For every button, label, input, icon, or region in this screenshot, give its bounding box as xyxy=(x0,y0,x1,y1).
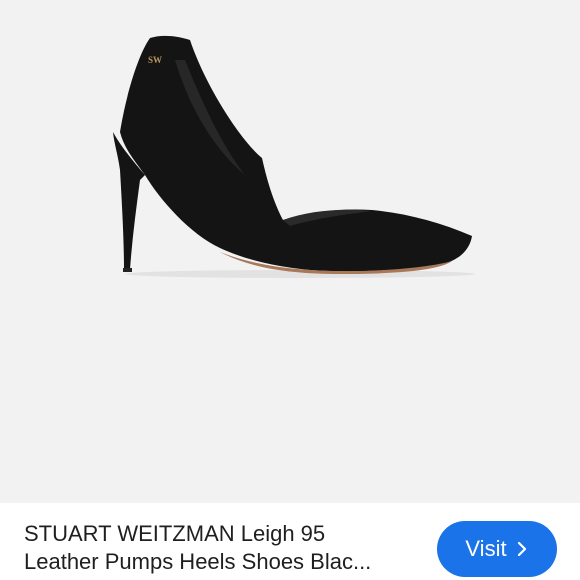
heel-tip xyxy=(123,268,132,272)
visit-button[interactable]: Visit xyxy=(437,521,557,577)
product-title-line1: STUART WEITZMAN Leigh 95 xyxy=(24,521,326,546)
shoe-body xyxy=(120,35,472,272)
brand-logo: SW xyxy=(148,55,162,65)
product-image[interactable]: SW xyxy=(0,0,580,503)
product-title[interactable]: STUART WEITZMAN Leigh 95 Leather Pumps H… xyxy=(24,520,424,576)
chevron-right-icon xyxy=(517,542,526,556)
shoe-image: SW xyxy=(113,35,475,278)
product-title-line2: Leather Pumps Heels Shoes Blac... xyxy=(24,549,372,574)
product-footer: STUART WEITZMAN Leigh 95 Leather Pumps H… xyxy=(0,503,580,580)
visit-label: Visit xyxy=(465,536,507,561)
